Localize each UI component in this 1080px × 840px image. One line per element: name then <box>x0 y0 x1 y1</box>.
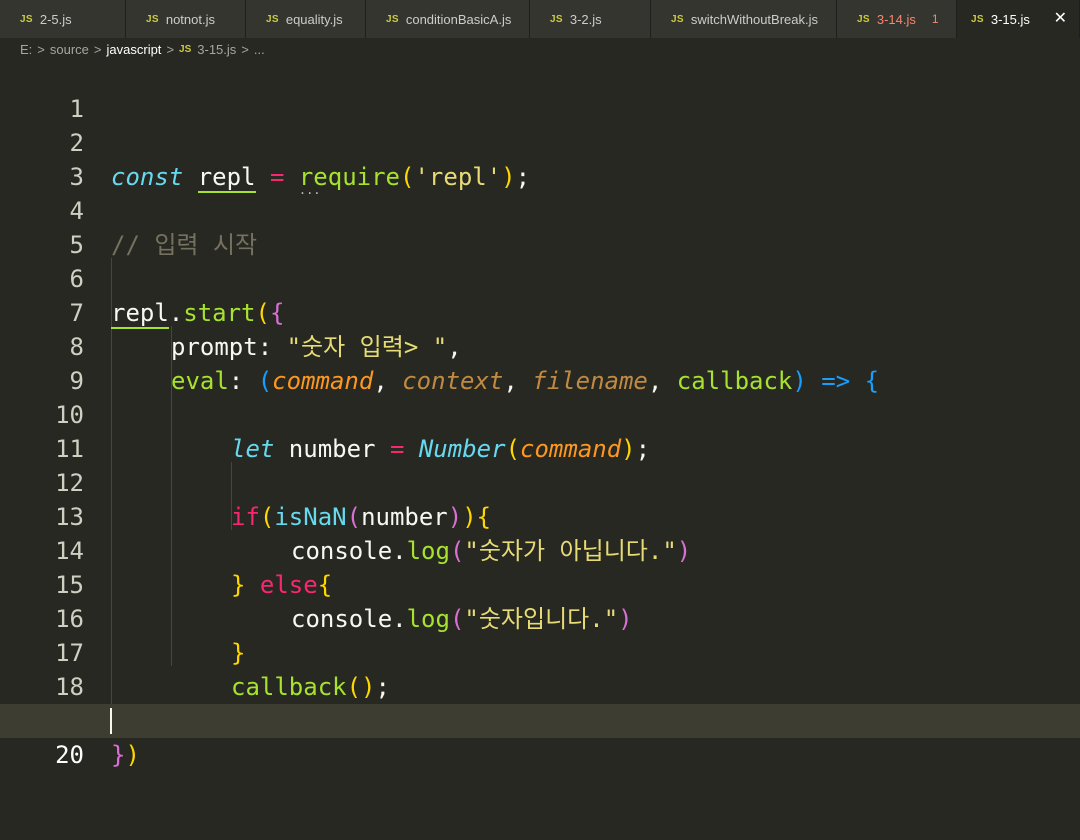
javascript-file-icon: JS <box>146 13 159 25</box>
breadcrumb-drive[interactable]: E: <box>20 42 32 57</box>
token-bracket: ) <box>125 741 140 769</box>
code-line: 9 <box>0 330 1080 395</box>
tab-label: 3-14.js <box>876 11 916 27</box>
tab-label: equality.js <box>285 11 343 27</box>
code-line: 2 const repl = require('repl'); <box>0 92 1080 193</box>
breadcrumb-file[interactable]: 3-15.js <box>197 42 236 57</box>
code-line: 13 console.log("숫자가 아닙니다.") <box>0 466 1080 565</box>
tab-notnot-js[interactable]: JS notnot.js <box>126 0 246 38</box>
javascript-file-icon: JS <box>971 13 984 25</box>
tab-3-15-js[interactable]: JS 3-15.js ✕ <box>957 0 1080 38</box>
javascript-file-icon: JS <box>550 13 563 25</box>
javascript-file-icon: JS <box>857 13 870 25</box>
chevron-right-icon: > <box>241 41 249 57</box>
breadcrumb-folder-javascript[interactable]: javascript <box>107 42 162 57</box>
tab-3-14-js[interactable]: JS 3-14.js 1 <box>837 0 957 38</box>
code-line: 11 <box>0 398 1080 463</box>
tab-2-5-js[interactable]: JS 2-5.js <box>0 0 126 38</box>
line-number: 20 <box>55 741 84 769</box>
chevron-right-icon: > <box>166 41 175 57</box>
code-line: 10 let number = Number(command); <box>0 364 1080 463</box>
code-line: 6 repl.start({ <box>0 228 1080 329</box>
chevron-right-icon: > <box>93 41 102 57</box>
breadcrumb: E: > source > javascript > JS 3-15.js > … <box>0 38 1080 60</box>
code-editor[interactable]: 1 2 const repl = require('repl'); 3 4 //… <box>0 58 1080 769</box>
code-line: 5 <box>0 194 1080 259</box>
token-bracket: } <box>111 741 126 769</box>
code-line-current: 20 <box>0 704 1080 769</box>
tab-switchwithoutbreak-js[interactable]: JS switchWithoutBreak.js <box>651 0 837 38</box>
code-line: 4 // 입력 시작 <box>0 160 1080 259</box>
javascript-file-icon: JS <box>386 13 399 25</box>
tab-label: notnot.js <box>165 11 215 27</box>
tab-label: 3-2.js <box>569 11 602 27</box>
code-line: 14 } else{ <box>0 500 1080 599</box>
javascript-file-icon: JS <box>179 43 192 55</box>
chevron-right-icon: > <box>37 41 45 57</box>
tab-conditionbasica-js[interactable]: JS conditionBasicA.js <box>366 0 530 38</box>
code-line: 12 if(isNaN(number)){ <box>0 432 1080 531</box>
tab-3-2-js[interactable]: JS 3-2.js <box>530 0 651 38</box>
tab-label: 3-15.js <box>990 11 1030 27</box>
tab-label: 2-5.js <box>39 11 72 27</box>
code-line: 16 } <box>0 568 1080 667</box>
close-icon[interactable]: ✕ <box>1054 11 1067 27</box>
text-cursor <box>110 708 112 734</box>
code-line: 19 }) <box>0 670 1080 769</box>
javascript-file-icon: JS <box>20 13 33 25</box>
code-line: 18 } <box>0 636 1080 735</box>
tab-label: switchWithoutBreak.js <box>690 11 818 27</box>
code-line: 3 <box>0 126 1080 191</box>
editor-tab-bar: JS 2-5.js JS notnot.js JS equality.js JS… <box>0 0 1080 38</box>
javascript-file-icon: JS <box>671 13 684 25</box>
breadcrumb-folder-source[interactable]: source <box>50 42 89 57</box>
code-line: 1 <box>0 58 1080 123</box>
code-line: 17 callback(); <box>0 602 1080 701</box>
code-line: 7 prompt: "숫자 입력> ", <box>0 262 1080 361</box>
code-line: 15 console.log("숫자입니다.") <box>0 534 1080 633</box>
tab-equality-js[interactable]: JS equality.js <box>246 0 366 38</box>
breadcrumb-symbols[interactable]: ... <box>254 42 265 57</box>
error-count-badge: 1 <box>931 12 939 26</box>
code-line: 8 eval: (command, context, filename, cal… <box>0 296 1080 395</box>
javascript-file-icon: JS <box>266 13 279 25</box>
tab-label: conditionBasicA.js <box>405 11 512 27</box>
